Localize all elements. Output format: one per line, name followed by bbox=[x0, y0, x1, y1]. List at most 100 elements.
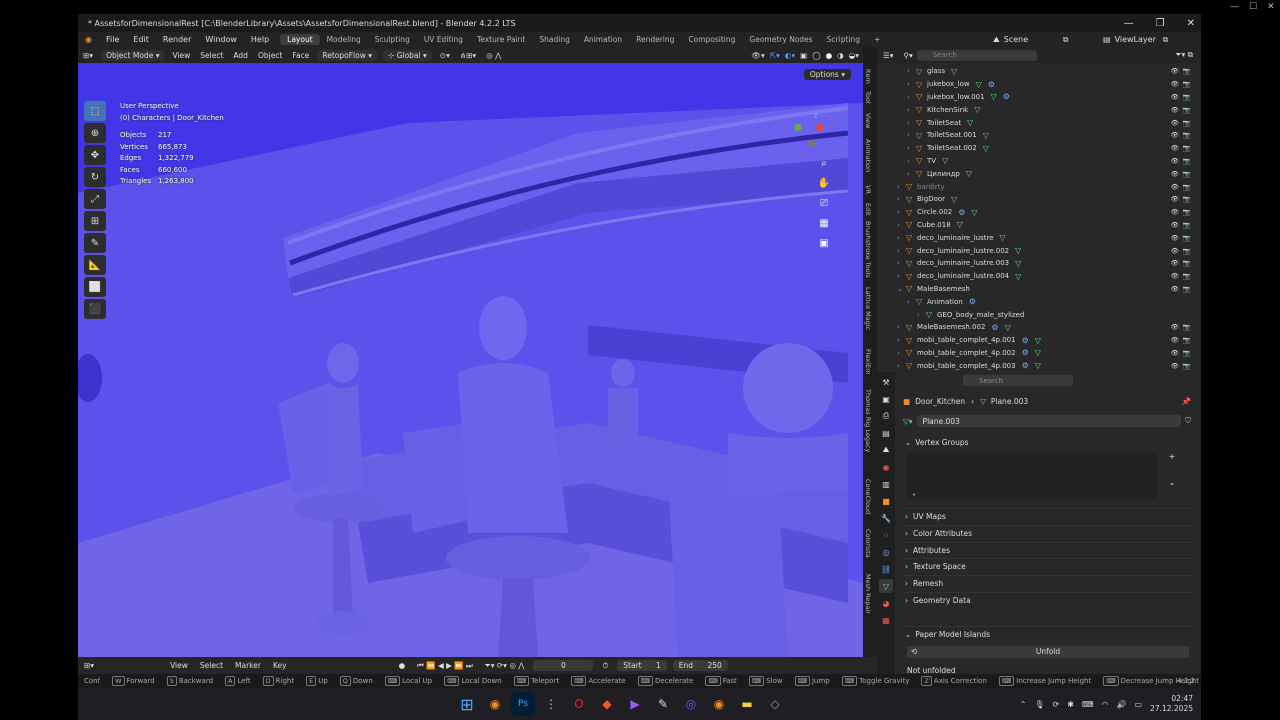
minimize-icon[interactable]: — bbox=[1124, 18, 1134, 29]
visibility-icons[interactable]: 👁📷 bbox=[1171, 221, 1195, 229]
outliner-row[interactable]: › ▽ GEO_body_male_stylized bbox=[877, 308, 1201, 321]
playback-controls-icon[interactable]: ⏮ ⏪ ◀ ▶ ⏩ ⏭ bbox=[411, 661, 479, 671]
outliner-row[interactable]: › ▽ Cube.018 ▽ 👁📷 bbox=[877, 219, 1201, 232]
measure-icon[interactable]: 📐 bbox=[84, 255, 106, 275]
viewport-menu-face[interactable]: Face bbox=[287, 50, 314, 61]
chevron-right-icon[interactable]: › bbox=[897, 349, 906, 357]
outliner-row[interactable]: › ▽ mobi_table_complet_4p.003 ⚙ ▽ 👁📷 bbox=[877, 359, 1201, 372]
visibility-icons[interactable]: 👁📷 bbox=[1171, 336, 1195, 344]
tab-modeling[interactable]: Modeling bbox=[320, 34, 368, 45]
sidebar-tab-edit[interactable]: Edit bbox=[864, 203, 872, 216]
panel-header-attributes[interactable]: › Attributes bbox=[901, 541, 1193, 558]
photoshop-icon[interactable]: Ps bbox=[511, 692, 535, 716]
tab-animation[interactable]: Animation bbox=[577, 34, 629, 45]
outliner-row[interactable]: › ▽ TV ▽ 👁📷 bbox=[877, 155, 1201, 168]
options-button[interactable]: Options ▾ bbox=[803, 69, 851, 80]
sidebar-tab-view[interactable]: View bbox=[864, 113, 872, 128]
modifier-tab-icon[interactable]: 🔧 bbox=[879, 511, 893, 525]
blender-icon-2[interactable]: ◉ bbox=[707, 692, 731, 716]
world-tab-icon[interactable]: ◉ bbox=[879, 460, 893, 474]
language-icon[interactable]: ⌨ bbox=[1082, 700, 1094, 709]
tab-scripting[interactable]: Scripting bbox=[820, 34, 867, 45]
menu-file[interactable]: File bbox=[99, 35, 126, 44]
visibility-icons[interactable]: 👁📷 bbox=[1171, 144, 1195, 152]
xray-icon[interactable]: ▣ bbox=[800, 51, 807, 60]
chevron-right-icon[interactable]: › bbox=[897, 234, 906, 242]
outliner-row[interactable]: › ▽ KitchenSink ▽ 👁📷 bbox=[877, 103, 1201, 116]
visibility-icons[interactable]: 👁📷 bbox=[1171, 349, 1195, 357]
texture-tab-icon[interactable]: ▦ bbox=[879, 613, 893, 627]
chevron-right-icon[interactable]: › bbox=[897, 195, 906, 203]
minimize-icon[interactable]: — bbox=[1230, 2, 1239, 14]
gizmo-x-axis-icon[interactable]: ● bbox=[813, 121, 827, 135]
vertex-group-specials-icon[interactable]: ⌄ bbox=[1165, 478, 1179, 492]
list-resize-icon[interactable]: ▸ bbox=[913, 491, 916, 498]
add-vertex-group-icon[interactable]: + bbox=[1165, 452, 1179, 466]
chevron-right-icon[interactable]: › bbox=[897, 272, 906, 280]
overlay-icon[interactable]: ◐▾ bbox=[785, 51, 795, 60]
tab-shading[interactable]: Shading bbox=[532, 34, 576, 45]
chevron-right-icon[interactable]: › bbox=[907, 298, 916, 306]
sidebar-tab-vr[interactable]: VR bbox=[864, 185, 872, 194]
sidebar-tab-item[interactable]: Item bbox=[864, 69, 872, 84]
sidebar-tab-thomas-rig-legacy[interactable]: Thomas Rig Legacy bbox=[864, 389, 872, 452]
viewport-menu-view[interactable]: View bbox=[167, 50, 195, 61]
chevron-right-icon[interactable]: › bbox=[907, 157, 916, 165]
chevron-right-icon[interactable]: › bbox=[897, 183, 906, 191]
viewport-menu-object[interactable]: Object bbox=[253, 50, 287, 61]
chevron-right-icon[interactable]: › bbox=[917, 311, 926, 319]
extrude-icon[interactable]: ⬛ bbox=[84, 299, 106, 319]
menu-render[interactable]: Render bbox=[156, 35, 198, 44]
keying-icon[interactable]: ⏷▾ ⟳▾ ◎ ⋀ bbox=[479, 661, 531, 671]
outliner-search-input[interactable]: Search bbox=[916, 49, 1037, 61]
chevron-right-icon[interactable]: › bbox=[907, 131, 916, 139]
files-icon[interactable]: ▬ bbox=[735, 692, 759, 716]
unfold-button[interactable]: ⟲ Unfold bbox=[907, 646, 1189, 658]
tab-geometry-nodes[interactable]: Geometry Nodes bbox=[742, 34, 819, 45]
snap-icon[interactable]: ⋔⊞▾ bbox=[455, 50, 481, 61]
visibility-icons[interactable]: 👁📷 bbox=[1171, 80, 1195, 88]
app-icon[interactable]: ◇ bbox=[763, 692, 787, 716]
chevron-down-icon[interactable]: ⌄ bbox=[897, 285, 906, 293]
outliner-row[interactable]: › ▽ glass ▽ 👁📷 bbox=[877, 65, 1201, 78]
volume-icon[interactable]: 🔊 bbox=[1117, 700, 1127, 709]
render-tab-icon[interactable]: ▣ bbox=[879, 392, 893, 406]
outliner-row[interactable]: › ▽ mobi_table_complet_4p.002 ⚙ ▽ 👁📷 bbox=[877, 347, 1201, 360]
visibility-icons[interactable]: 👁📷 bbox=[1171, 323, 1195, 331]
panel-header-geometry-data[interactable]: › Geometry Data bbox=[901, 592, 1193, 608]
tool-icon[interactable]: ⋮ bbox=[539, 692, 563, 716]
chevron-right-icon[interactable]: › bbox=[907, 67, 916, 75]
add-cube-icon[interactable]: ⬜ bbox=[84, 277, 106, 297]
panel-header-texture-space[interactable]: › Texture Space bbox=[901, 558, 1193, 574]
solid-shading-icon[interactable]: ● bbox=[826, 51, 833, 60]
outliner-row[interactable]: › ▽ Animation ⚙ bbox=[877, 295, 1201, 308]
filter-icon[interactable]: ⏷▾ ⧉ bbox=[1175, 50, 1193, 60]
visibility-icons[interactable]: 👁📷 bbox=[1171, 259, 1195, 267]
chevron-right-icon[interactable]: › bbox=[907, 119, 916, 127]
visibility-icons[interactable]: 👁📷 bbox=[1171, 183, 1195, 191]
visibility-icons[interactable]: 👁📷 bbox=[1171, 119, 1195, 127]
chevron-right-icon[interactable]: › bbox=[907, 144, 916, 152]
mic-icon[interactable]: 🎙 bbox=[1034, 700, 1044, 709]
tab-uv-editing[interactable]: UV Editing bbox=[417, 34, 470, 45]
visibility-icons[interactable]: 👁📷 bbox=[1171, 247, 1195, 255]
visibility-icons[interactable]: 👁📷 bbox=[1171, 234, 1195, 242]
tab-rendering[interactable]: Rendering bbox=[629, 34, 681, 45]
sidebar-tab-animation[interactable]: Animation bbox=[864, 139, 872, 172]
mesh-data-tab-icon[interactable]: ▽ bbox=[879, 579, 893, 593]
menu-help[interactable]: Help bbox=[244, 35, 276, 44]
move-icon[interactable]: ✥ bbox=[84, 145, 106, 165]
navigation-gizmo[interactable]: Z ● ● ● ⌕ ✋ ⎚ ▦ ▣ bbox=[791, 112, 841, 295]
visibility-icons[interactable]: 👁📷 bbox=[1171, 195, 1195, 203]
close-icon[interactable]: ✕ bbox=[1267, 2, 1275, 14]
chevron-up-icon[interactable]: ⌃ bbox=[1020, 700, 1027, 709]
outliner-row[interactable]: › ▽ deco_luminaire_lustre ▽ 👁📷 bbox=[877, 231, 1201, 244]
scene-selector[interactable]: ⛰ Scene ⧉ bbox=[993, 35, 1068, 45]
menu-window[interactable]: Window bbox=[198, 35, 244, 44]
vertex-groups-panel-header[interactable]: ⌄ Vertex Groups bbox=[901, 434, 1193, 450]
material-shading-icon[interactable]: ◑ bbox=[837, 51, 844, 60]
outliner-row[interactable]: › ▽ MaleBasemesh.002 ⚙ ▽ 👁📷 bbox=[877, 321, 1201, 334]
outliner-row[interactable]: › ▽ deco_luminaire_lustre.004 ▽ 👁📷 bbox=[877, 270, 1201, 283]
select-box-icon[interactable]: ⬚ bbox=[84, 101, 106, 121]
outliner-row[interactable]: › ▽ BigDoor ▽ 👁📷 bbox=[877, 193, 1201, 206]
